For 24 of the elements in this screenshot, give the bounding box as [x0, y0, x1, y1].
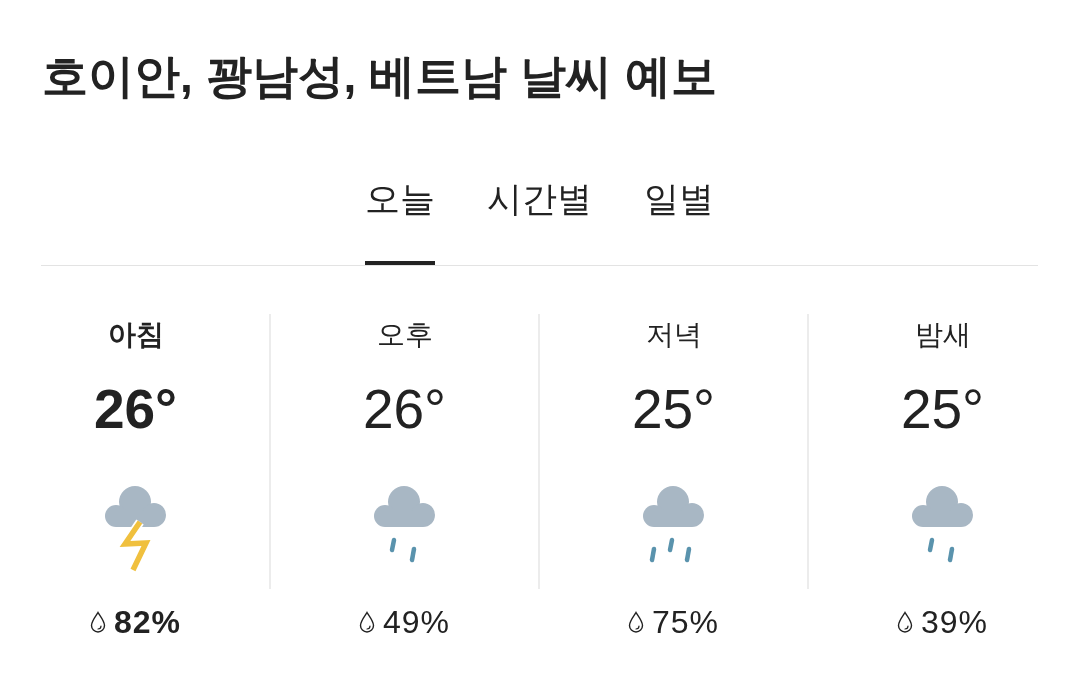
period-label: 아침: [107, 318, 164, 352]
tab[interactable]: 일별: [644, 177, 714, 265]
raindrop-icon: [896, 611, 913, 633]
tab[interactable]: 시간별: [487, 177, 592, 265]
period-label: 저녁: [645, 318, 702, 352]
temperature: 25°: [900, 378, 985, 440]
precipitation-chance: 39%: [920, 604, 988, 640]
page-title: 호이안, 꽝남성, 베트남 날씨 예보: [42, 49, 717, 103]
precipitation-chance: 82%: [113, 604, 181, 640]
rain-cloud-icon: [373, 485, 436, 565]
temperature: 26°: [362, 378, 447, 440]
period-label: 오후: [376, 318, 433, 352]
rain-cloud-icon: [642, 485, 705, 565]
temperature: 26°: [93, 378, 178, 440]
raindrop-icon: [89, 611, 106, 633]
temperature: 25°: [631, 378, 716, 440]
precipitation-chance: 49%: [382, 604, 450, 640]
period-label: 밤새: [914, 318, 971, 352]
raindrop-icon: [358, 611, 375, 633]
tab[interactable]: 오늘: [365, 177, 435, 265]
raindrop-icon: [627, 611, 644, 633]
precipitation-chance: 75%: [651, 604, 719, 640]
thunderstorm-icon: [104, 485, 167, 573]
rain-cloud-icon: [911, 485, 974, 565]
